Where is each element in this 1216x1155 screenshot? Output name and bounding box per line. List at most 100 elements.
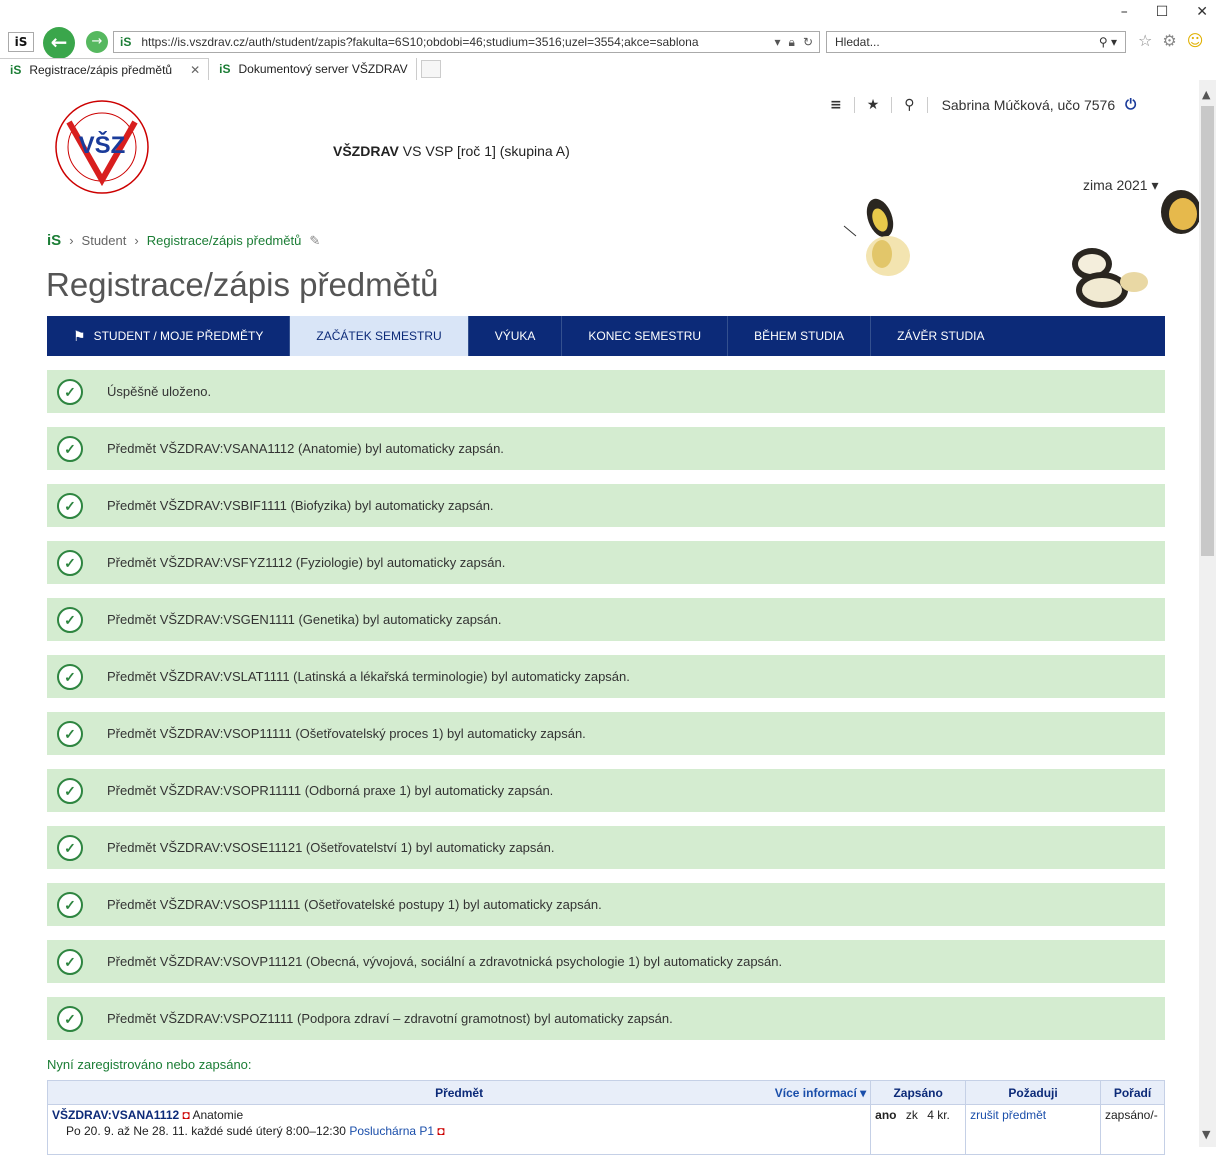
check-circle-icon: ✓ [57,777,83,804]
nav-student-moje-predmety[interactable]: ⚑ STUDENT / MOJE PŘEDMĚTY [47,316,291,356]
request-cell: zrušit předmět [965,1104,1101,1155]
butterfly-decoration-icon [843,198,910,276]
favorites-star-icon[interactable]: ★ [855,97,893,113]
refresh-icon[interactable]: ↻ [803,35,813,50]
alert-text: Předmět VŠZDRAV:VSFYZ1112 (Fyziologie) b… [107,555,506,570]
nav-label: ZAČÁTEK SEMESTRU [316,329,442,343]
favorites-star-icon[interactable]: ☆ [1138,31,1152,50]
scroll-up-icon[interactable]: ▲ [1202,88,1210,101]
tab-registrace[interactable]: iS Registrace/zápis předmětů ✕ [0,58,210,80]
alert-text: Předmět VŠZDRAV:VSPOZ1111 (Podpora zdrav… [107,1011,673,1026]
scroll-thumb[interactable] [1201,106,1214,556]
smiley-feedback-icon[interactable]: ☺ [1187,31,1204,50]
external-link-icon[interactable]: ◘ [183,1108,190,1122]
nav-label: KONEC SEMESTRU [588,329,702,343]
study-info: VS VSP [roč 1] (skupina A) [398,143,570,159]
lock-icon[interactable]: 🔒︎ [789,35,795,50]
enrolled-heading: Nyní zaregistrováno nebo zapsáno: [47,1057,252,1072]
maximize-icon[interactable]: ☐ [1156,4,1169,20]
col-header-subject: Předmět Více informací ▾ [46,1080,872,1105]
tab-close-icon[interactable]: ✕ [190,63,200,77]
success-alert: ✓ Předmět VŠZDRAV:VSFYZ1112 (Fyziologie) … [47,541,1165,584]
is-home-icon[interactable]: iS [47,232,61,249]
url-text[interactable]: https://is.vszdrav.cz/auth/student/zapis… [141,35,749,49]
faculty-code: VŠZDRAV [333,143,399,159]
success-alert: ✓ Předmět VŠZDRAV:VSOPR11111 (Odborná pra… [47,769,1165,812]
nav-zacatek-semestru[interactable]: ZAČÁTEK SEMESTRU [290,316,469,356]
user-name[interactable]: Sabrina Múčková, učo 7576 [928,97,1116,113]
alert-text: Předmět VŠZDRAV:VSANA1112 (Anatomie) byl… [107,441,504,456]
minimize-icon[interactable]: – [1121,4,1128,20]
check-circle-icon: ✓ [57,549,83,576]
nav-label: VÝUKA [494,329,536,343]
breadcrumb-student[interactable]: Student [82,233,127,248]
header-subject-label: Předmět [435,1085,484,1100]
check-circle-icon: ✓ [57,663,83,690]
success-alert: ✓ Předmět VŠZDRAV:VSOSP11111 (Ošetřovatel… [47,883,1165,926]
is-favicon-icon: iS [8,32,34,52]
nav-vyuka[interactable]: VÝUKA [469,316,563,356]
address-bar[interactable]: iS https://is.vszdrav.cz/auth/student/za… [113,31,820,53]
nav-zaver-studia[interactable]: ZÁVĚR STUDIA [871,316,1010,356]
enrolled-subjects-table: Předmět Více informací ▾ Zapsáno Požaduj… [46,1080,1166,1155]
dropdown-icon[interactable]: ▾ [775,35,781,50]
breadcrumb-current[interactable]: Registrace/zápis předmětů [147,233,302,248]
check-circle-icon: ✓ [57,834,83,861]
search-icon[interactable]: ⚲ ▾ [1099,35,1117,49]
toolbar-icons: ☆ ⚙ ☺ [1138,31,1203,50]
check-circle-icon: ✓ [57,435,83,462]
butterfly-decoration-icon [1072,248,1148,308]
check-circle-icon: ✓ [57,378,83,405]
settings-gear-icon[interactable]: ⚙ [1162,31,1176,50]
nav-behem-studia[interactable]: BĚHEM STUDIA [728,316,872,356]
search-icon[interactable]: ⚲ [892,97,928,113]
browser-search-box[interactable]: Hledat... ⚲ ▾ [826,31,1126,53]
breadcrumb: iS › Student › Registrace/zápis předmětů… [47,232,320,249]
tab-favicon-icon: iS [10,62,22,77]
forward-arrow-icon[interactable]: → [86,31,108,53]
tab-favicon-icon: iS [219,62,231,76]
pin-icon[interactable]: ✎ [309,233,320,249]
check-circle-icon: ✓ [57,492,83,519]
logo-text: VŠZ [79,131,126,159]
check-circle-icon: ✓ [57,891,83,918]
subject-schedule: Po 20. 9. až Ne 28. 11. každé sudé úterý… [66,1124,866,1138]
more-info-dropdown[interactable]: Více informací ▾ [775,1086,866,1100]
alert-text: Předmět VŠZDRAV:VSOSE11121 (Ošetřovatels… [107,840,555,855]
success-alert: ✓ Předmět VŠZDRAV:VSOVP11121 (Obecná, výv… [47,940,1165,983]
enrolled-value: ano [875,1108,897,1122]
faculty-info: VŠZDRAV VS VSP [roč 1] (skupina A) [333,143,570,159]
success-alert: ✓ Předmět VŠZDRAV:VSANA1112 (Anatomie) by… [47,427,1165,470]
logout-power-icon[interactable]: ⏻ [1125,97,1136,113]
credits: 4 kr. [927,1108,950,1122]
school-logo[interactable]: VŠZ [47,100,157,195]
chevron-right-icon: › [69,233,74,248]
subject-code-link[interactable]: VŠZDRAV:VSANA1112 [52,1108,179,1122]
cancel-subject-link[interactable]: zrušit předmět [970,1108,1046,1122]
col-header-request: Požaduji [965,1080,1101,1105]
main-navigation: ⚑ STUDENT / MOJE PŘEDMĚTY ZAČÁTEK SEMEST… [47,316,1165,356]
completion-type: zk [905,1108,918,1122]
external-link-icon[interactable]: ◘ [437,1124,444,1138]
close-icon[interactable]: ✕ [1196,4,1208,20]
menu-icon[interactable]: ≡ [818,97,855,113]
success-alert: ✓ Předmět VŠZDRAV:VSPOZ1111 (Podpora zdra… [47,997,1165,1040]
nav-konec-semestru[interactable]: KONEC SEMESTRU [562,316,729,356]
page-scrollbar[interactable]: ▲ ▼ [1199,80,1216,1147]
tab-label: Registrace/zápis předmětů [29,62,173,77]
room-link[interactable]: Posluchárna P1 [349,1124,434,1138]
period-selector[interactable]: zima 2021 ▾ [1083,177,1159,194]
window-controls: – ☐ ✕ [1121,4,1208,20]
alert-text: Předmět VŠZDRAV:VSGEN1111 (Genetika) byl… [107,612,502,627]
tab-dokumentovy-server[interactable]: iS Dokumentový server VŠZDRAV [209,58,417,80]
new-tab-button[interactable] [420,60,441,78]
alert-text: Úspěšně uloženo. [107,384,212,399]
success-alert: ✓ Předmět VŠZDRAV:VSGEN1111 (Genetika) by… [47,598,1165,641]
user-bar: ≡ ★ ⚲ Sabrina Múčková, učo 7576 ⏻ [818,93,1136,117]
browser-chrome: – ☐ ✕ iS ← → iS https://is.vszdrav.cz/au… [0,0,1216,80]
back-arrow-icon[interactable]: ← [43,27,75,59]
success-alert: ✓ Předmět VŠZDRAV:VSOSE11121 (Ošetřovatel… [47,826,1165,869]
success-alert: ✓ Předmět VŠZDRAV:VSOP11111 (Ošetřovatels… [47,712,1165,755]
alert-text: Předmět VŠZDRAV:VSLAT1111 (Latinská a lé… [107,669,630,684]
scroll-down-icon[interactable]: ▼ [1202,1128,1210,1141]
